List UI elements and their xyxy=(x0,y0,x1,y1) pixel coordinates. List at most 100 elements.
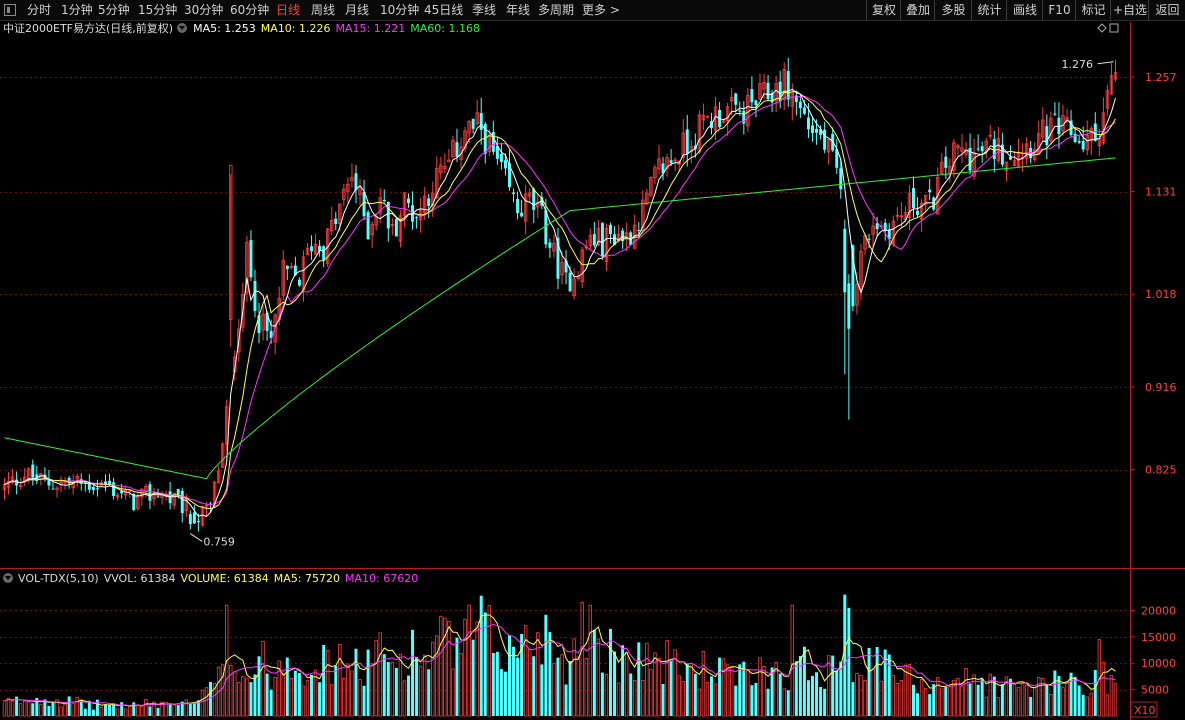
volume-bar xyxy=(224,604,229,717)
period-tab-10[interactable]: 45日线 xyxy=(424,2,463,18)
high-price-label: 1.276 xyxy=(1062,58,1094,71)
volume-bar xyxy=(637,642,641,716)
period-tab-14[interactable]: 更多 > xyxy=(582,2,620,18)
candle-body xyxy=(495,145,499,159)
volume-bar xyxy=(220,664,225,717)
volume-bar xyxy=(1109,675,1114,717)
volume-bar xyxy=(891,674,895,717)
volume-bar xyxy=(374,639,378,717)
volume-bar xyxy=(774,661,778,717)
toolbar-button-1[interactable]: 叠加 xyxy=(900,0,935,20)
volume-bar xyxy=(576,656,580,717)
period-tab-5[interactable]: 60分钟 xyxy=(230,2,269,18)
candle-body xyxy=(289,265,294,268)
candle-body xyxy=(128,490,132,493)
candle-body xyxy=(826,138,831,153)
toolbar-button-7[interactable]: +自选 xyxy=(1110,0,1149,20)
volume-bar xyxy=(418,665,423,717)
candle-body xyxy=(1016,152,1021,167)
volume-bar xyxy=(43,699,47,716)
candle-body xyxy=(661,163,665,174)
volume-bar xyxy=(600,672,604,716)
candle-body xyxy=(624,232,629,240)
candle-body xyxy=(27,468,31,481)
candle-body xyxy=(313,244,318,255)
period-tab-7[interactable]: 周线 xyxy=(311,2,335,18)
candle-body xyxy=(710,121,713,129)
candle-body xyxy=(411,205,415,222)
dropdown-circle-icon[interactable] xyxy=(3,573,13,583)
volume-bar xyxy=(265,673,269,716)
candle-body xyxy=(883,222,887,231)
toolbar-button-8[interactable]: 返回 xyxy=(1148,0,1185,20)
ma15-line xyxy=(4,95,1116,506)
period-tab-4[interactable]: 30分钟 xyxy=(184,2,223,18)
candle-body xyxy=(83,481,87,483)
volume-bar xyxy=(277,660,281,717)
candle-body xyxy=(1061,115,1065,132)
candle-body xyxy=(584,246,588,249)
volume-bar xyxy=(705,681,710,717)
volume-bar xyxy=(968,683,972,716)
volume-bar xyxy=(233,671,237,717)
period-tab-1[interactable]: 1分钟 xyxy=(61,2,93,18)
volume-bar xyxy=(887,654,891,716)
candle-body xyxy=(233,356,237,372)
toolbar-button-4[interactable]: 画线 xyxy=(1006,0,1043,20)
period-tab-6[interactable]: 日线 xyxy=(276,2,300,18)
toolbar-button-0[interactable]: 复权 xyxy=(866,0,901,20)
candle-body xyxy=(556,237,560,279)
candle-body xyxy=(301,256,306,291)
candle-body xyxy=(79,479,83,484)
candle-body xyxy=(229,164,233,321)
candle-body xyxy=(621,230,625,242)
volume-bar xyxy=(653,652,657,717)
volume-bar xyxy=(863,679,867,717)
candle-body xyxy=(273,314,277,343)
candle-body xyxy=(972,152,976,177)
period-tab-8[interactable]: 月线 xyxy=(345,2,369,18)
candle-body xyxy=(63,481,67,484)
volume-bar xyxy=(330,684,334,717)
volume-bar xyxy=(766,688,770,716)
candle-body xyxy=(1065,117,1069,122)
volume-bar xyxy=(713,683,718,717)
volume-bar xyxy=(10,700,15,717)
volume-bar xyxy=(596,638,601,717)
candle-body xyxy=(51,488,55,490)
period-tab-13[interactable]: 多周期 xyxy=(538,2,574,18)
dropdown-circle-icon[interactable] xyxy=(177,23,188,33)
candle-body xyxy=(455,142,459,157)
candle-body xyxy=(148,484,152,501)
window-menu-icon[interactable] xyxy=(4,4,16,16)
candle-body xyxy=(18,485,23,487)
low-label-leader xyxy=(190,533,203,542)
volume-bar xyxy=(689,663,693,717)
volume-bar xyxy=(184,699,188,717)
toolbar-button-3[interactable]: 统计 xyxy=(971,0,1007,20)
candle-body xyxy=(112,482,116,496)
volume-bar xyxy=(560,654,564,717)
candle-body xyxy=(443,165,447,170)
volume-bar xyxy=(483,612,487,716)
period-tab-11[interactable]: 季线 xyxy=(472,2,496,18)
volume-bar xyxy=(108,704,112,716)
period-tab-9[interactable]: 10分钟 xyxy=(380,2,419,18)
candle-body xyxy=(588,234,592,247)
volume-bar xyxy=(548,632,552,716)
toolbar-button-6[interactable]: 标记 xyxy=(1075,0,1111,20)
period-tab-3[interactable]: 15分钟 xyxy=(138,2,177,18)
volume-bar xyxy=(823,688,827,716)
period-tab-12[interactable]: 年线 xyxy=(506,2,530,18)
volume-bar xyxy=(338,643,342,717)
toolbar-button-2[interactable]: 多股 xyxy=(934,0,972,20)
period-tab-0[interactable]: 分时 xyxy=(27,2,51,18)
candle-body xyxy=(156,496,160,498)
candle-body xyxy=(867,238,871,240)
period-tab-2[interactable]: 5分钟 xyxy=(98,2,130,18)
volume-bar xyxy=(786,690,790,716)
candle-body xyxy=(370,223,374,236)
candle-body xyxy=(782,68,786,100)
candle-body xyxy=(503,160,507,169)
toolbar-button-5[interactable]: F10 xyxy=(1042,0,1076,20)
